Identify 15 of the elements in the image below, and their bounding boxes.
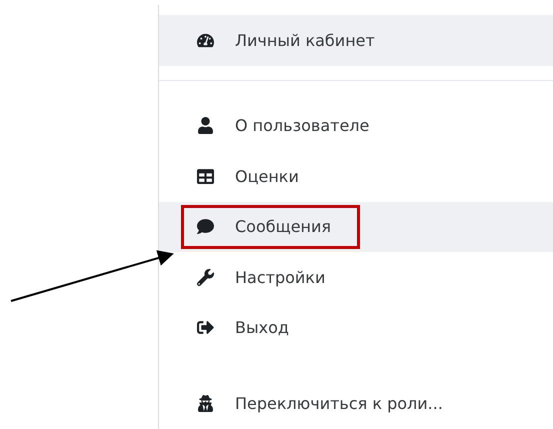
menu-item[interactable]: Личный кабинет — [159, 15, 553, 66]
menu-item[interactable]: О пользователе — [159, 100, 553, 152]
menu-icon — [197, 117, 214, 134]
menu-item[interactable]: Настройки — [159, 252, 553, 303]
menu-icon — [197, 218, 214, 236]
menu-icon — [197, 319, 214, 336]
menu-icon — [197, 268, 214, 286]
menu-item[interactable]: Переключиться к роли... — [159, 378, 553, 429]
menu-item[interactable]: Оценки — [159, 151, 553, 202]
menu-icon — [197, 395, 214, 412]
menu-icon — [197, 32, 214, 49]
highlight-frame: Сообщения — [181, 204, 360, 249]
menu-item[interactable]: Выход — [159, 302, 553, 354]
menu-icon — [197, 168, 214, 185]
menu-item[interactable]: Сообщения — [159, 202, 553, 252]
